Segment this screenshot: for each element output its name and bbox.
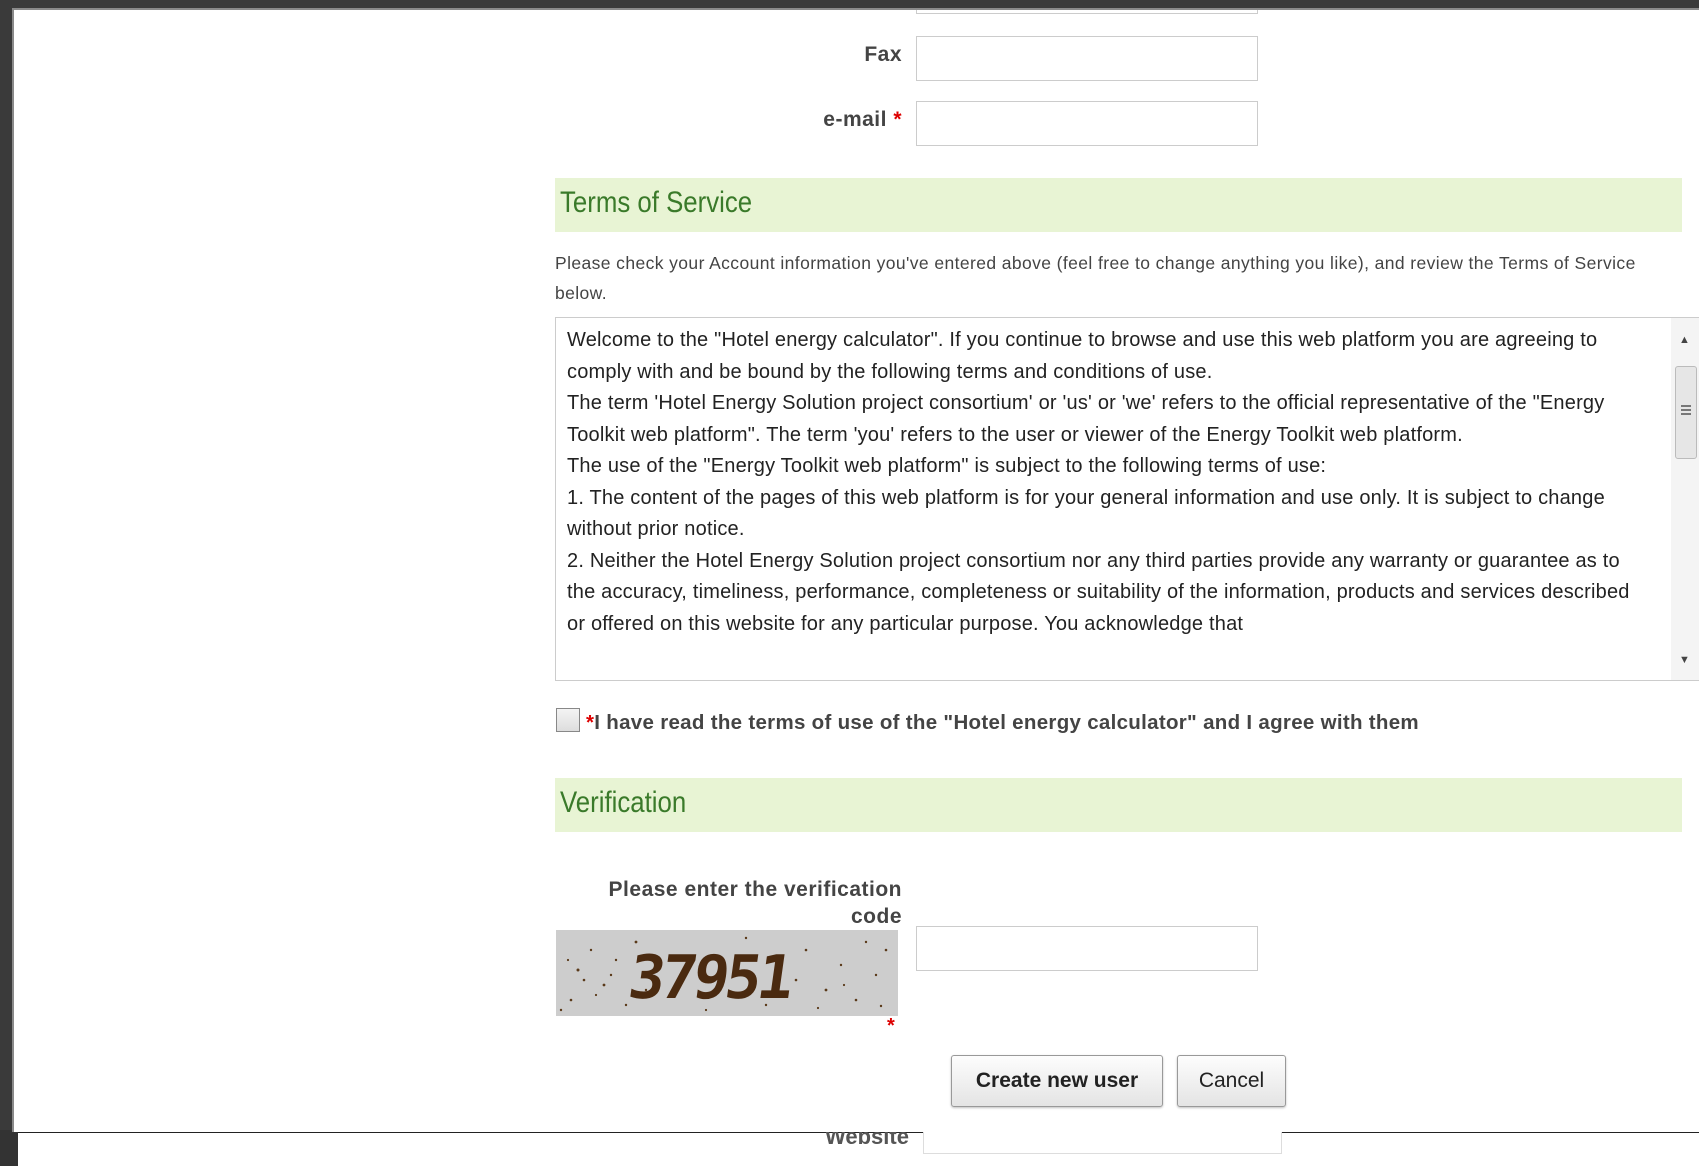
verification-prompt: Please enter the verification code (608, 878, 902, 928)
scrollbar-thumb[interactable] (1675, 366, 1697, 459)
terms-line: Welcome to the "Hotel energy calculator"… (567, 329, 1598, 383)
captcha-image: 37951 (556, 930, 898, 1016)
terms-heading: Terms of Service (560, 186, 753, 219)
terms-line: 2. Neither the Hotel Energy Solution pro… (567, 549, 1630, 635)
create-user-button[interactable]: Create new user (951, 1055, 1163, 1107)
phone-field-partial[interactable] (916, 10, 1258, 14)
agree-checkbox[interactable] (556, 708, 580, 732)
terms-textarea[interactable]: Welcome to the "Hotel energy calculator"… (555, 317, 1699, 681)
verification-heading: Verification (560, 786, 687, 819)
terms-intro: Please check your Account information yo… (555, 253, 1636, 303)
terms-text: Welcome to the "Hotel energy calculator"… (567, 325, 1647, 640)
terms-scrollbar[interactable]: ▲ ▼ (1671, 318, 1699, 680)
verification-section-header: Verification (555, 778, 1682, 832)
captcha-code: 37951 (624, 943, 796, 1013)
fax-input[interactable] (916, 36, 1258, 81)
terms-line: The term 'Hotel Energy Solution project … (567, 392, 1605, 446)
fax-label: Fax (864, 43, 902, 66)
agree-label[interactable]: *I have read the terms of use of the "Ho… (586, 711, 1419, 735)
agree-text: I have read the terms of use of the "Hot… (594, 711, 1419, 734)
email-label: e-mail * (823, 108, 902, 131)
captcha-noise-image: 37951 (556, 930, 898, 1016)
scroll-up-arrow-icon[interactable]: ▲ (1679, 334, 1690, 346)
email-input[interactable] (916, 101, 1258, 146)
terms-line: 1. The content of the pages of this web … (567, 486, 1605, 541)
grip-icon (1681, 405, 1691, 407)
scroll-down-arrow-icon[interactable]: ▼ (1679, 654, 1690, 666)
registration-page: Fax e-mail * Terms of Service Please che… (12, 8, 1699, 1132)
background-window-corner (0, 1130, 18, 1166)
required-mark: * (887, 1015, 895, 1037)
required-mark: * (893, 108, 902, 131)
terms-section-header: Terms of Service (555, 178, 1682, 232)
verification-code-input[interactable] (916, 926, 1258, 971)
terms-line: The use of the "Energy Toolkit web platf… (567, 455, 1327, 477)
cancel-button[interactable]: Cancel (1177, 1055, 1286, 1107)
